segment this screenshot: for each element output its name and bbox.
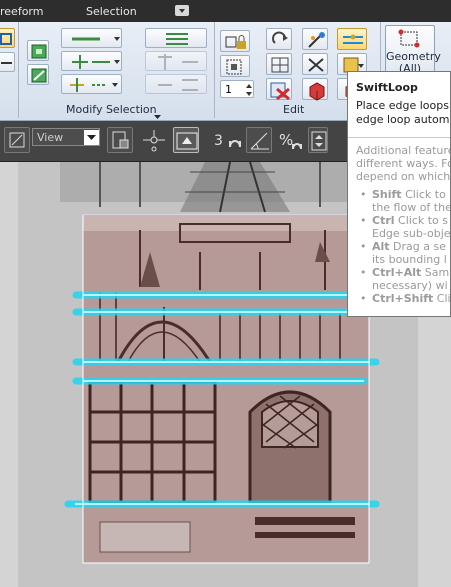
tooltip-description-line: Place edge loops by [356, 99, 450, 112]
quickslice-icon[interactable] [266, 53, 292, 75]
swiftloop-button[interactable] [337, 28, 367, 50]
shortcut-key: Ctrl+Shift [372, 292, 434, 305]
shortcut-key: Alt [372, 240, 390, 253]
tooltip-shortcut-item: Alt Drag a seits bounding l [360, 240, 450, 266]
group-label-edit: Edit [283, 103, 305, 116]
geometry-all-button[interactable]: Geometry (All) [385, 25, 441, 75]
shortcut-text: the flow of the [372, 201, 451, 214]
select-mode-button[interactable] [0, 28, 15, 48]
shortcut-text: Click to [401, 188, 446, 201]
snapshot-icon[interactable] [220, 55, 250, 77]
fill-button[interactable] [145, 51, 207, 71]
reference-coordinate-select[interactable]: View [32, 128, 100, 146]
group-separator [214, 22, 215, 118]
angle-snap-icon[interactable] [246, 127, 272, 153]
repeat-last-icon[interactable] [266, 28, 292, 50]
tooltip-title: SwiftLoop [356, 81, 418, 94]
group-separator [18, 22, 19, 118]
shortcut-key: Shift [372, 188, 402, 201]
tooltip-divider [348, 137, 450, 138]
tooltip-shortcut-item: Ctrl+Alt Samnecessary) wi [360, 266, 450, 292]
iterations-spinner[interactable]: 1 [220, 80, 254, 98]
tooltip-additional-line: depend on which ke [356, 170, 451, 183]
tooltip-additional: Additional features i different ways. Fo… [356, 144, 451, 183]
lock-icon[interactable] [220, 30, 250, 52]
shortcut-key: Ctrl+Alt [372, 266, 422, 279]
tooltip-description: Place edge loops by edge loop automatio [356, 99, 450, 127]
fill-mode-button[interactable] [145, 74, 207, 94]
manipulate-icon[interactable] [173, 127, 199, 153]
shortcut-text: Click to s [394, 214, 449, 227]
group-label-modify-selection: Modify Selection [66, 103, 157, 116]
shortcut-text: Sam [421, 266, 450, 279]
tab-selection[interactable]: Selection [86, 5, 137, 18]
tooltip-description-line: edge loop automatio [356, 113, 450, 126]
tooltip-shortcut-item: Ctrl+Shift Cli [360, 292, 451, 305]
swiftloop-tooltip: SwiftLoop Place edge loops by edge loop … [347, 71, 451, 317]
snap-dimension-label: 3 [214, 133, 223, 149]
ribbon-tab-bar: reeform Selection [0, 0, 451, 22]
loop-button[interactable] [61, 28, 122, 48]
spinner-snap-icon[interactable] [308, 127, 328, 153]
shortcut-key: Ctrl [372, 214, 395, 227]
ribbon-minimize-button[interactable] [175, 5, 189, 16]
grow-icon[interactable] [0, 52, 15, 72]
remove-icon[interactable] [266, 78, 292, 101]
tooltip-shortcut-list: Shift Click tothe flow of the Ctrl Click… [348, 188, 451, 305]
tooltip-shortcut-item: Shift Click tothe flow of the [360, 188, 451, 214]
tooltip-additional-line: Additional features i [356, 144, 450, 157]
similar-select-button[interactable] [145, 28, 207, 48]
tab-freeform[interactable]: reeform [0, 5, 43, 18]
grow-selection-button[interactable] [27, 40, 49, 61]
shortcut-text: its bounding l [372, 253, 447, 266]
shortcut-text: necessary) wi [372, 279, 448, 292]
shortcut-text: Edge sub-obje [372, 227, 451, 240]
loop-mode-button[interactable] [61, 74, 122, 94]
tooltip-additional-line: different ways. Follo [356, 157, 450, 170]
cube-red-icon[interactable] [302, 78, 328, 101]
paint-connect-icon[interactable] [302, 28, 328, 50]
select-move-icon[interactable] [141, 127, 167, 153]
tooltip-shortcut-item: Ctrl Click to sEdge sub-obje [360, 214, 451, 240]
chevron-down-icon[interactable] [153, 106, 162, 119]
view-select-value: View [37, 131, 64, 144]
cut-icon[interactable] [302, 53, 328, 75]
shrink-selection-button[interactable] [27, 64, 49, 85]
select-region-icon[interactable] [4, 127, 30, 153]
pivot-center-icon[interactable] [107, 127, 133, 153]
ring-button[interactable] [61, 51, 122, 71]
shortcut-text: Cli [433, 292, 451, 305]
shortcut-text: Drag a se [389, 240, 446, 253]
